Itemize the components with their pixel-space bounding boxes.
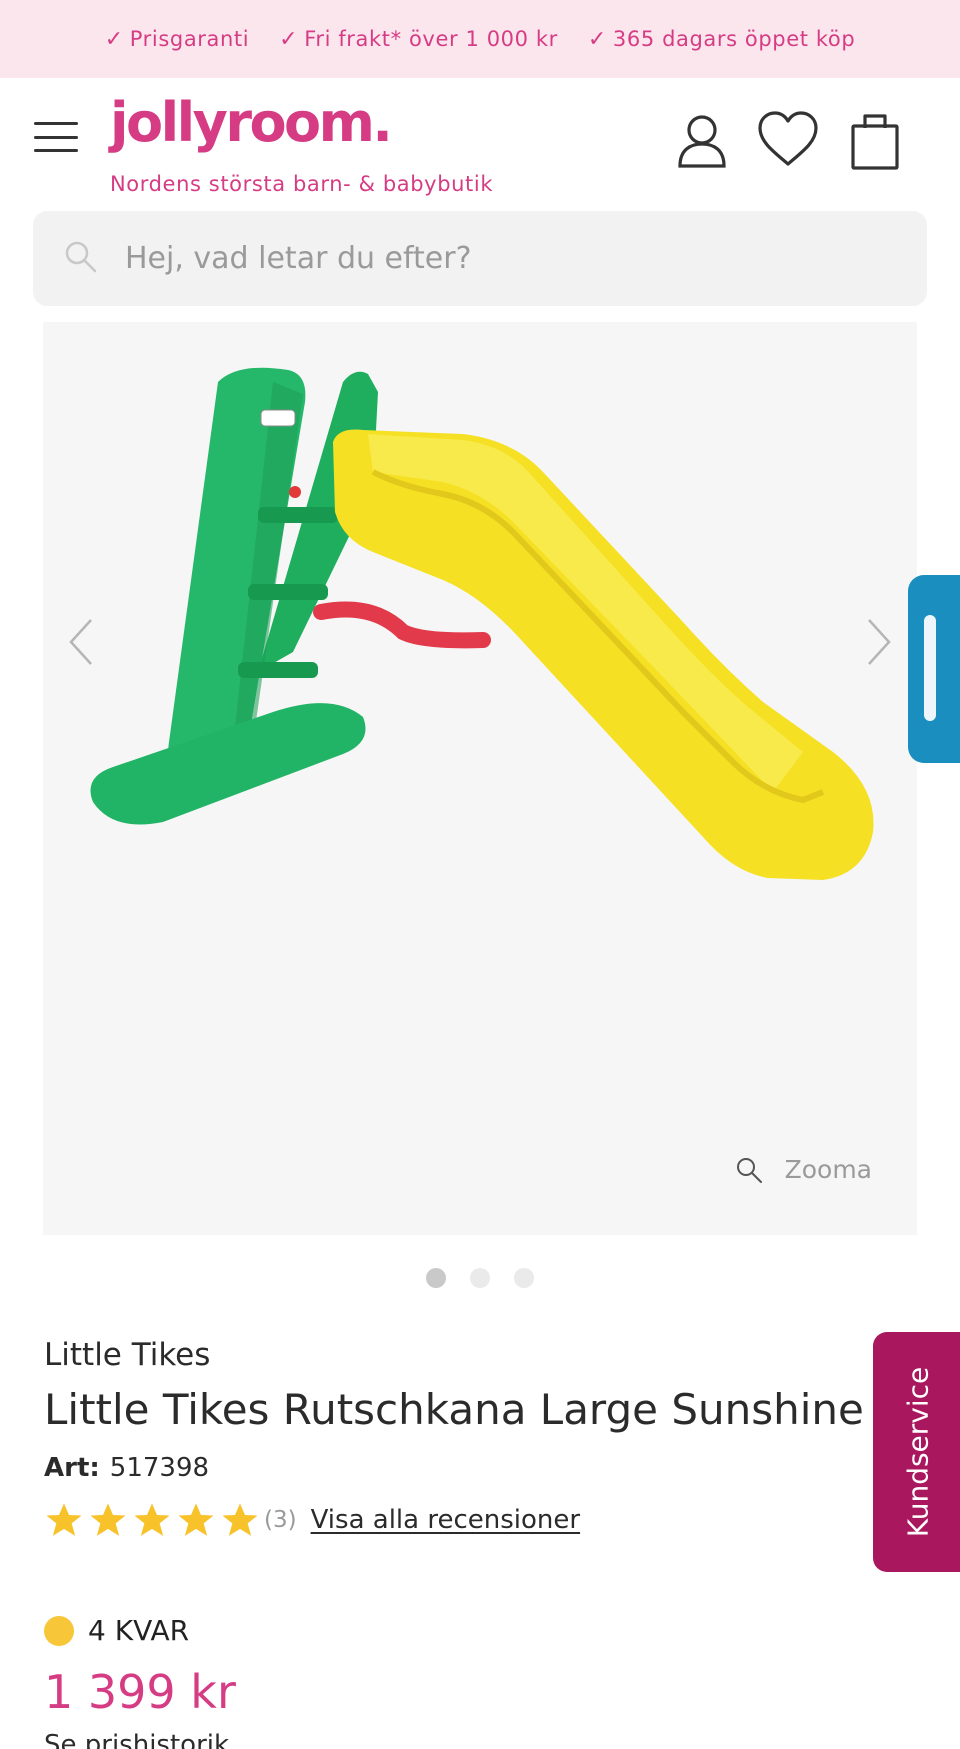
account-icon[interactable] [670, 108, 734, 172]
gallery-pagination [0, 1268, 960, 1288]
check-icon: ✓ [279, 26, 299, 52]
stock-status: 4 KVAR [44, 1614, 189, 1647]
usp-item-open-purchase: ✓ 365 dagars öppet köp [588, 27, 855, 52]
star-icon [178, 1503, 214, 1536]
tagline: Nordens största barn- & babybutik [110, 172, 494, 196]
search-icon [65, 241, 97, 273]
product-gallery[interactable]: Zooma [43, 322, 917, 1235]
price-history-link[interactable]: Se prishistorik [44, 1730, 229, 1749]
wishlist-heart-icon[interactable] [756, 108, 820, 172]
usp-label: 365 dagars öppet köp [612, 27, 856, 51]
article-number: Art: 517398 [44, 1453, 209, 1483]
stock-indicator-dot [44, 1615, 74, 1646]
zoom-label: Zooma [784, 1155, 872, 1184]
product-price: 1 399 kr [44, 1665, 236, 1719]
search-input[interactable] [125, 211, 905, 306]
customer-service-label: Kundservice [901, 1366, 935, 1538]
zoom-magnifier-icon [736, 1157, 762, 1183]
check-icon: ✓ [104, 26, 124, 52]
star-icon [46, 1503, 82, 1536]
customer-service-tab[interactable]: Kundservice [873, 1332, 960, 1572]
product-image-slide [90, 367, 874, 880]
side-drawer-tab[interactable] [908, 575, 960, 763]
usp-bar: ✓ Prisgaranti ✓ Fri frakt* över 1 000 kr… [0, 0, 960, 78]
check-icon: ✓ [587, 26, 607, 52]
product-title: Little Tikes Rutschkana Large Sunshine [44, 1385, 864, 1434]
menu-icon[interactable] [34, 122, 78, 152]
logo[interactable]: jollyroom. [110, 96, 393, 150]
star-icon [134, 1503, 170, 1536]
usp-label: Fri frakt* över 1 000 kr [304, 27, 558, 51]
usp-label: Prisgaranti [129, 27, 250, 51]
gallery-dot-1[interactable] [426, 1268, 446, 1288]
article-number-label: Art: [44, 1453, 100, 1483]
star-icon [90, 1503, 126, 1536]
product-brand[interactable]: Little Tikes [44, 1337, 210, 1373]
previous-image-arrow-icon[interactable] [61, 612, 101, 672]
star-icon [222, 1503, 258, 1536]
usp-item-free-shipping: ✓ Fri frakt* över 1 000 kr [279, 27, 558, 52]
site-header: jollyroom. Nordens största barn- & babyb… [0, 78, 960, 204]
drawer-grip-icon [924, 615, 936, 721]
next-image-arrow-icon[interactable] [859, 612, 899, 672]
zoom-button[interactable]: Zooma [735, 1155, 872, 1184]
gallery-dot-3[interactable] [514, 1268, 534, 1288]
usp-item-price-guarantee: ✓ Prisgaranti [105, 27, 249, 52]
search-bar [33, 211, 927, 306]
gallery-dot-2[interactable] [470, 1268, 490, 1288]
view-all-reviews-link[interactable]: Visa alla recensioner [311, 1505, 580, 1535]
stock-label: 4 KVAR [88, 1614, 190, 1647]
shopping-bag-icon[interactable] [843, 108, 907, 172]
rating-row: (3) Visa alla recensioner [44, 1499, 580, 1541]
article-number-value: 517398 [109, 1453, 210, 1483]
review-count: (3) [264, 1507, 297, 1533]
